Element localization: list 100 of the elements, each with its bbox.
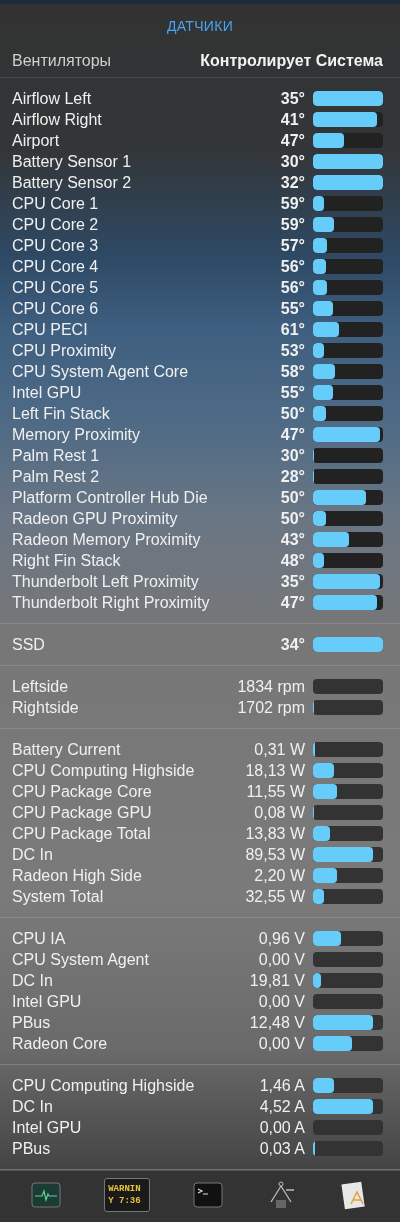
sensor-name: CPU Proximity [12, 340, 117, 361]
sensor-name: SSD [12, 634, 46, 655]
sensor-name: Battery Current [12, 739, 122, 760]
sensor-reading: 43° [280, 529, 305, 550]
level-bar [313, 532, 383, 547]
level-bar [313, 1015, 383, 1030]
sensor-name: CPU IA [12, 928, 67, 949]
sensor-reading: 34° [280, 634, 305, 655]
sensor-reading: 35° [280, 571, 305, 592]
sensor-reading: 32° [280, 172, 305, 193]
sensor-name: Right Fin Stack [12, 550, 122, 571]
level-bar [313, 112, 383, 127]
level-bar [313, 406, 383, 421]
level-bar [313, 994, 383, 1009]
sensor-name: CPU Package Total [12, 823, 152, 844]
level-bar [313, 511, 383, 526]
level-bar [313, 742, 383, 757]
console-icon[interactable]: WARNIN Y 7:36 [104, 1177, 151, 1212]
sensor-reading: 55° [280, 298, 305, 319]
level-bar [313, 490, 383, 505]
sensor-name: CPU Package Core [12, 781, 153, 802]
level-bar [313, 868, 383, 883]
sensor-name: PBus [12, 1012, 52, 1033]
sensor-reading: 11,55 W [246, 781, 305, 802]
sensor-name: Intel GPU [12, 991, 83, 1012]
sensor-name: Left Fin Stack [12, 403, 111, 424]
sensor-reading: 32,55 W [245, 886, 305, 907]
level-bar [313, 1120, 383, 1135]
level-bar [313, 301, 383, 316]
terminal-icon[interactable] [193, 1179, 223, 1210]
sensor-reading: 13,83 W [245, 823, 305, 844]
sensor-name: Platform Controller Hub Die [12, 487, 209, 508]
level-bar [313, 343, 383, 358]
level-bar [313, 574, 383, 589]
sensor-name: Thunderbolt Right Proximity [12, 592, 211, 613]
level-bar [313, 952, 383, 967]
level-bar [313, 322, 383, 337]
fans-label: Вентиляторы [12, 50, 112, 71]
fan-control-mode[interactable]: Контролирует Система [200, 48, 383, 73]
sensor-name: Thunderbolt Left Proximity [12, 571, 200, 592]
sensor-name: Radeon GPU Proximity [12, 508, 179, 529]
sensor-name: DC In [12, 970, 54, 991]
sensor-reading: 0,00 V [258, 1033, 305, 1054]
sensor-reading: 0,00 A [259, 1117, 305, 1138]
sensor-name: CPU Package GPU [12, 802, 153, 823]
sensor-reading: 50° [280, 487, 305, 508]
activity-monitor-icon[interactable] [31, 1179, 62, 1210]
level-bar [313, 847, 383, 862]
level-bar [313, 364, 383, 379]
sensor-name: CPU System Agent Core [12, 361, 190, 382]
sensor-name: Palm Rest 1 [12, 445, 101, 466]
sensor-reading: 28° [280, 466, 305, 487]
level-bar [313, 91, 383, 106]
level-bar [313, 154, 383, 169]
level-bar [313, 1036, 383, 1051]
level-bar [313, 784, 383, 799]
sensor-name: CPU Core 1 [12, 193, 100, 214]
sensor-reading: 30° [280, 151, 305, 172]
sensor-reading: 30° [280, 445, 305, 466]
sensor-name: System Total [12, 886, 105, 907]
level-bar [313, 133, 383, 148]
sensor-name: Airflow Right [12, 109, 103, 130]
sensor-name: Radeon Memory Proximity [12, 529, 202, 550]
level-bar [313, 763, 383, 778]
level-bar [313, 280, 383, 295]
sensor-reading: 4,52 A [259, 1096, 305, 1117]
sensor-reading: 0,00 V [258, 949, 305, 970]
level-bar [313, 1078, 383, 1093]
sensor-name: DC In [12, 1096, 54, 1117]
sensor-reading: 0,31 W [254, 739, 305, 760]
sensor-reading: 0,96 V [258, 928, 305, 949]
sensor-name: Battery Sensor 2 [12, 172, 133, 193]
level-bar [313, 553, 383, 568]
sensor-name: Leftside [12, 676, 70, 697]
sensor-reading: 0,03 A [259, 1138, 305, 1159]
sensor-reading: 0,00 V [258, 991, 305, 1012]
level-bar [313, 637, 383, 652]
sensor-reading: 59° [280, 193, 305, 214]
sensor-name: Airflow Left [12, 88, 93, 109]
level-bar [313, 238, 383, 253]
sensor-reading: 50° [280, 403, 305, 424]
sensor-name: DC In [12, 844, 54, 865]
sensor-reading: 1702 rpm [237, 697, 305, 718]
sensor-name: Memory Proximity [12, 424, 141, 445]
sensor-reading: 47° [280, 592, 305, 613]
level-bar [313, 595, 383, 610]
level-bar [313, 469, 383, 484]
sensor-reading: 2,20 W [254, 865, 305, 886]
level-bar [313, 175, 383, 190]
sensor-reading: 55° [280, 382, 305, 403]
level-bar [313, 427, 383, 442]
sensor-reading: 57° [280, 235, 305, 256]
sensor-name: CPU Core 2 [12, 214, 100, 235]
sensor-reading: 18,13 W [245, 760, 305, 781]
sensor-reading: 0,08 W [254, 802, 305, 823]
level-bar [313, 973, 383, 988]
sensor-reading: 41° [280, 109, 305, 130]
sensor-name: CPU PECI [12, 319, 89, 340]
sensor-reading: 35° [280, 88, 305, 109]
sensor-reading: 48° [280, 550, 305, 571]
